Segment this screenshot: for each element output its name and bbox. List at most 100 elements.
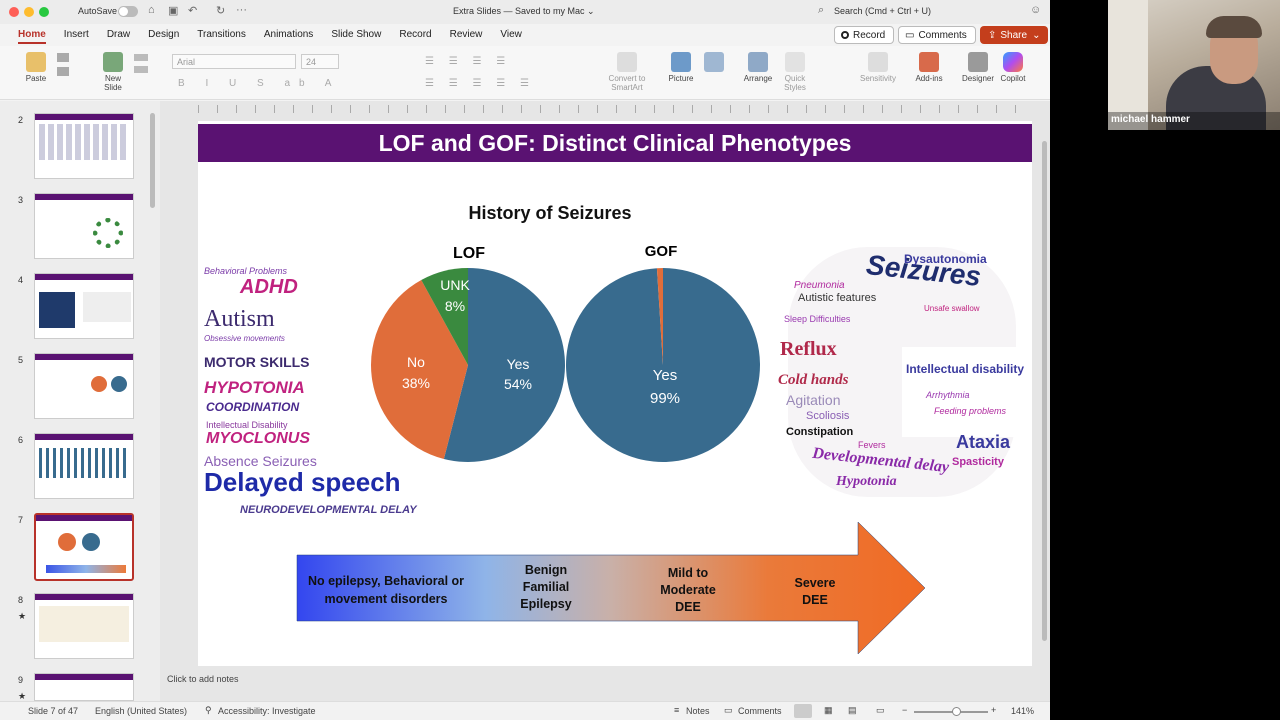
record-button[interactable]: Record <box>834 26 895 44</box>
zoom-slider-thumb[interactable] <box>952 707 961 716</box>
minimize-window-button[interactable] <box>24 7 34 17</box>
wordcloud-word: Fevers <box>858 440 886 450</box>
designer-button[interactable]: Designer <box>960 52 996 83</box>
title-bar: AutoSave ⌂ ▣ ↶ ↻ ··· Extra Slides — Save… <box>0 0 1050 24</box>
accessibility-status[interactable]: Accessibility: Investigate <box>218 706 316 716</box>
thumb-number: 7 <box>18 515 24 525</box>
slide-thumbnail-3[interactable] <box>34 193 134 259</box>
picture-icon <box>671 52 691 72</box>
record-icon <box>841 31 849 39</box>
person-hair <box>1206 16 1262 38</box>
tab-home[interactable]: Home <box>9 24 55 46</box>
copilot-button[interactable]: Copilot <box>997 52 1029 83</box>
normal-view-icon[interactable] <box>794 704 812 718</box>
slideshow-view-icon[interactable]: ▭ <box>876 705 885 716</box>
thumbnail-scrollbar[interactable] <box>150 113 155 208</box>
slide-thumbnail-5[interactable] <box>34 353 134 419</box>
thumb-number: 8 <box>18 595 24 605</box>
slide-editor-canvas: LOF and GOF: Distinct Clinical Phenotype… <box>160 101 1050 701</box>
tab-view[interactable]: View <box>491 24 531 46</box>
arrange-icon <box>748 52 768 72</box>
format-buttons[interactable]: B I U S ab A <box>178 78 340 89</box>
wordcloud-word: Hypotonia <box>836 474 897 489</box>
status-bar: Slide 7 of 47 English (United States) ⚲ … <box>0 701 1050 720</box>
cut-copy-buttons[interactable] <box>55 52 71 81</box>
document-title[interactable]: Extra Slides — Saved to my Mac ⌄ <box>453 6 595 17</box>
chevron-down-icon: ⌄ <box>1032 29 1041 41</box>
zoom-level[interactable]: 141% <box>1011 706 1034 716</box>
share-button[interactable]: ⇪ Share ⌄ <box>980 26 1049 44</box>
wordcloud-word: Scoliosis <box>806 410 850 422</box>
slide-scrollbar[interactable] <box>1042 141 1047 641</box>
zoom-out-icon[interactable]: − <box>902 705 907 715</box>
lof-yes-value: 54% <box>504 376 532 392</box>
wordcloud-word: ADHD <box>240 276 298 298</box>
tab-insert[interactable]: Insert <box>55 24 98 46</box>
quick-styles-button[interactable]: Quick Styles <box>780 52 810 92</box>
gof-chart-label: GOF <box>645 243 678 260</box>
slide-thumbnail-4[interactable] <box>34 273 134 339</box>
autosave-toggle[interactable] <box>118 6 138 17</box>
reading-view-icon[interactable]: ▤ <box>848 705 857 716</box>
more-icon[interactable]: ··· <box>236 4 247 16</box>
paste-button[interactable]: Paste <box>22 52 50 83</box>
new-slide-button[interactable]: New Slide <box>98 52 128 92</box>
home-icon[interactable]: ⌂ <box>148 4 155 16</box>
menu-bar: Home Insert Draw Design Transitions Anim… <box>0 24 1050 46</box>
tab-record[interactable]: Record <box>390 24 440 46</box>
slide-thumbnail-2[interactable] <box>34 113 134 179</box>
font-size-select[interactable]: 24 <box>301 54 339 69</box>
tab-animations[interactable]: Animations <box>255 24 322 46</box>
slide-thumbnail-9[interactable] <box>34 673 134 701</box>
paste-icon <box>26 52 46 72</box>
undo-icon[interactable]: ↶ <box>188 4 197 17</box>
redo-icon[interactable]: ↻ <box>216 4 225 17</box>
zoom-slider[interactable] <box>914 707 988 716</box>
comments-button[interactable]: ▭ Comments <box>898 26 976 44</box>
wordcloud-word: Autism <box>204 306 275 332</box>
layout-buttons[interactable] <box>134 52 148 78</box>
autosave-label: AutoSave <box>78 6 118 16</box>
close-window-button[interactable] <box>9 7 19 17</box>
zoom-in-icon[interactable]: + <box>991 705 996 715</box>
comments-icon: ▭ <box>724 705 733 715</box>
share-icon: ⇪ <box>988 29 997 41</box>
slide-sorter-icon[interactable]: ▦ <box>824 705 833 716</box>
wordcloud-word: Intellectual disability <box>906 362 1025 376</box>
tab-draw[interactable]: Draw <box>98 24 139 46</box>
wordcloud-word: Behavioral Problems <box>204 266 288 276</box>
wordcloud-word: NEURODEVELOPMENTAL DELAY <box>240 504 417 516</box>
tab-review[interactable]: Review <box>441 24 492 46</box>
tab-design[interactable]: Design <box>139 24 188 46</box>
font-family-select[interactable]: Arial <box>172 54 296 69</box>
copy-icon <box>57 67 69 76</box>
sensitivity-button[interactable]: Sensitivity <box>856 52 900 83</box>
notes-pane[interactable]: Click to add notes <box>160 670 1050 701</box>
slide-thumbnail-7[interactable] <box>34 513 134 581</box>
comments-toggle[interactable]: Comments <box>738 706 782 716</box>
slide-thumbnail-6[interactable] <box>34 433 134 499</box>
language-indicator[interactable]: English (United States) <box>95 706 187 716</box>
picture-button[interactable]: Picture <box>664 52 698 83</box>
person-icon[interactable]: ☺ <box>1030 4 1041 16</box>
arrange-button[interactable]: Arrange <box>740 52 776 83</box>
save-icon[interactable]: ▣ <box>168 4 178 17</box>
designer-icon <box>968 52 988 72</box>
slide[interactable]: LOF and GOF: Distinct Clinical Phenotype… <box>198 121 1032 666</box>
zoom-window-button[interactable] <box>39 7 49 17</box>
shapes-button[interactable] <box>700 52 728 74</box>
convert-smartart-button[interactable]: Convert to SmartArt <box>605 52 649 92</box>
notes-placeholder[interactable]: Click to add notes <box>167 674 239 684</box>
list-buttons[interactable]: ☰ ☰ ☰ ☰ <box>425 56 511 67</box>
slide-thumbnail-8[interactable] <box>34 593 134 659</box>
wordcloud-word: Dysautonomia <box>904 252 987 266</box>
tab-transitions[interactable]: Transitions <box>188 24 255 46</box>
addins-icon <box>919 52 939 72</box>
search-box[interactable]: Search (Cmd + Ctrl + U) <box>834 6 931 16</box>
align-buttons[interactable]: ☰ ☰ ☰ ☰ ☰ <box>425 78 535 89</box>
tab-slide-show[interactable]: Slide Show <box>322 24 390 46</box>
wordcloud-word: Feeding problems <box>934 406 1007 416</box>
arrow-stage-3: Mild to Moderate DEE <box>660 566 716 614</box>
addins-button[interactable]: Add-ins <box>912 52 946 83</box>
notes-toggle[interactable]: Notes <box>686 706 710 716</box>
